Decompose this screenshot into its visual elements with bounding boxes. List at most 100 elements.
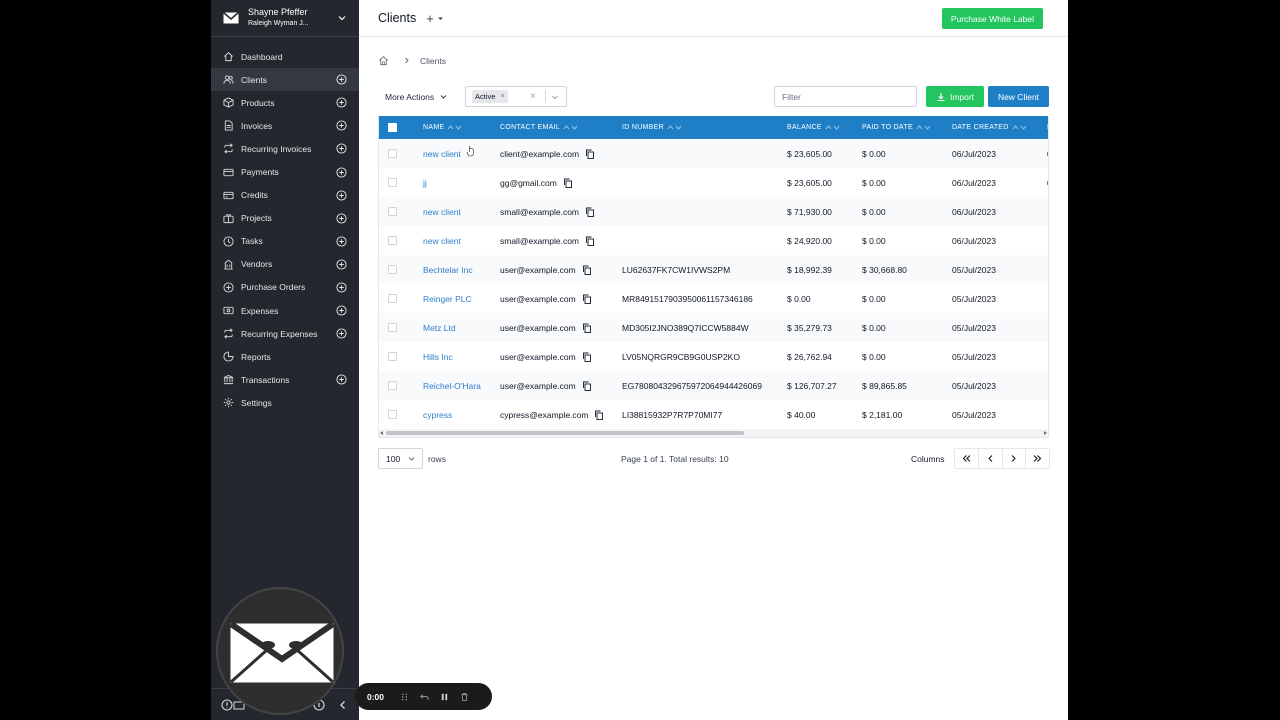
client-name-link[interactable]: jj <box>423 168 427 197</box>
add-circle-icon[interactable] <box>336 190 347 201</box>
import-button[interactable]: Import <box>926 86 984 107</box>
remove-chip-icon[interactable]: × <box>500 93 504 100</box>
client-name-link[interactable]: new client <box>423 226 461 255</box>
sidebar-item-credits[interactable]: Credits <box>211 184 359 207</box>
first-page-button[interactable] <box>955 449 979 468</box>
add-circle-icon[interactable] <box>336 282 347 293</box>
info-icon[interactable] <box>221 698 233 711</box>
table-row[interactable]: Reinger PLC user@example.com MR84915179039… <box>379 284 1048 313</box>
new-client-button[interactable]: New Client <box>988 86 1049 107</box>
copy-icon[interactable] <box>582 323 592 333</box>
row-checkbox[interactable] <box>388 265 397 274</box>
column-header-name[interactable]: NAME <box>423 116 463 139</box>
copy-icon[interactable] <box>582 265 592 275</box>
add-circle-icon[interactable] <box>336 97 347 108</box>
client-name-link[interactable]: Hills Inc <box>423 342 453 371</box>
row-checkbox[interactable] <box>388 149 397 158</box>
sidebar-item-dashboard[interactable]: Dashboard <box>211 45 359 68</box>
client-name-link[interactable]: new client <box>423 139 461 168</box>
column-header-paid-to-date[interactable]: PAID TO DATE <box>862 116 932 139</box>
copy-icon[interactable] <box>582 352 592 362</box>
add-circle-icon[interactable] <box>336 143 347 154</box>
collapse-sidebar-icon[interactable] <box>337 699 349 711</box>
column-header-balance[interactable]: BALANCE <box>787 116 841 139</box>
sidebar-item-reports[interactable]: Reports <box>211 345 359 368</box>
row-checkbox[interactable] <box>388 410 397 419</box>
row-checkbox[interactable] <box>388 236 397 245</box>
add-circle-icon[interactable] <box>336 74 347 85</box>
company-switcher[interactable]: Shayne Pfeffer Raleigh Wyman J... <box>211 0 359 37</box>
sidebar-item-products[interactable]: Products <box>211 91 359 114</box>
sidebar-item-purchase-orders[interactable]: Purchase Orders <box>211 276 359 299</box>
sort-icon[interactable] <box>667 124 683 131</box>
add-circle-icon[interactable] <box>336 120 347 131</box>
table-row[interactable]: Hills Inc user@example.com LV05NQRGR9CB9G0… <box>379 342 1048 371</box>
add-circle-icon[interactable] <box>336 236 347 247</box>
row-checkbox[interactable] <box>388 207 397 216</box>
row-checkbox[interactable] <box>388 178 397 187</box>
sort-icon[interactable] <box>447 124 463 131</box>
clear-selection-icon[interactable]: × <box>530 91 536 102</box>
row-checkbox[interactable] <box>388 323 397 332</box>
sort-icon[interactable] <box>563 124 579 131</box>
add-circle-icon[interactable] <box>336 259 347 270</box>
copy-icon[interactable] <box>585 236 595 246</box>
add-circle-icon[interactable] <box>336 305 347 316</box>
table-row[interactable]: jj gg@gmail.com $ 23,605.00 $ 0.00 06/Jul/20… <box>379 168 1048 197</box>
row-checkbox[interactable] <box>388 352 397 361</box>
sidebar-item-payments[interactable]: Payments <box>211 160 359 183</box>
quick-add-menu[interactable]: + <box>426 11 444 26</box>
scroll-left-arrow[interactable] <box>380 431 383 435</box>
table-row[interactable]: Metz Ltd user@example.com MD305I2JNO389Q7I… <box>379 313 1048 342</box>
table-row[interactable]: new client small@example.com $ 71,930.00 $ … <box>379 197 1048 226</box>
client-name-link[interactable]: cypress <box>423 400 452 429</box>
sidebar-item-vendors[interactable]: Vendors <box>211 253 359 276</box>
column-header-contact-email[interactable]: CONTACT EMAIL <box>500 116 579 139</box>
add-circle-icon[interactable] <box>336 166 347 178</box>
sort-icon[interactable] <box>825 124 841 131</box>
select-all-checkbox[interactable] <box>388 123 397 132</box>
trash-icon[interactable] <box>460 692 469 702</box>
sidebar-item-expenses[interactable]: Expenses <box>211 299 359 322</box>
grip-icon[interactable] <box>400 692 409 702</box>
copy-icon[interactable] <box>563 178 573 188</box>
table-row[interactable]: cypress cypress@example.com LI38815932P7R7… <box>379 400 1048 429</box>
add-circle-icon[interactable] <box>336 213 347 224</box>
column-header-date-created[interactable]: DATE CREATED <box>952 116 1028 139</box>
row-checkbox[interactable] <box>388 294 397 303</box>
sidebar-item-recurring-expenses[interactable]: Recurring Expenses <box>211 322 359 345</box>
copy-icon[interactable] <box>582 381 592 391</box>
sort-icon[interactable] <box>916 124 932 131</box>
sort-icon[interactable] <box>1012 124 1028 131</box>
rows-per-page-select[interactable]: 100 <box>378 448 423 469</box>
copy-icon[interactable] <box>585 149 595 159</box>
add-circle-icon[interactable] <box>336 374 347 385</box>
column-header-extra[interactable]: L <box>1047 116 1048 139</box>
copy-icon[interactable] <box>582 294 592 304</box>
table-row[interactable]: new client client@example.com $ 23,605.00 $… <box>379 139 1048 168</box>
scrollbar-thumb[interactable] <box>386 431 744 435</box>
purchase-white-label-button[interactable]: Purchase White Label <box>941 8 1043 29</box>
sidebar-item-invoices[interactable]: Invoices <box>211 114 359 137</box>
copy-icon[interactable] <box>594 410 604 420</box>
row-checkbox[interactable] <box>388 381 397 390</box>
client-name-link[interactable]: Metz Ltd <box>423 313 456 342</box>
sidebar-item-clients[interactable]: Clients <box>211 68 359 92</box>
sidebar-item-projects[interactable]: Projects <box>211 207 359 230</box>
home-icon[interactable] <box>378 55 389 66</box>
last-page-button[interactable] <box>1026 449 1049 468</box>
copy-icon[interactable] <box>585 207 595 217</box>
sidebar-item-transactions[interactable]: Transactions <box>211 368 359 391</box>
status-filter-select[interactable]: Active × × <box>465 86 567 107</box>
sidebar-item-settings[interactable]: Settings <box>211 391 359 414</box>
status-chip[interactable]: Active × <box>472 90 508 103</box>
sidebar-item-tasks[interactable]: Tasks <box>211 230 359 253</box>
column-header-id-number[interactable]: ID NUMBER <box>622 116 683 139</box>
scroll-right-arrow[interactable] <box>1044 431 1047 435</box>
table-row[interactable]: Reichel-O'Hara user@example.com EG78080432… <box>379 371 1048 400</box>
sidebar-item-recurring-invoices[interactable]: Recurring Invoices <box>211 137 359 160</box>
columns-button[interactable]: Columns <box>911 454 945 464</box>
client-name-link[interactable]: Reinger PLC <box>423 284 472 313</box>
breadcrumb-current[interactable]: Clients <box>420 56 446 66</box>
filter-input[interactable] <box>774 86 917 107</box>
